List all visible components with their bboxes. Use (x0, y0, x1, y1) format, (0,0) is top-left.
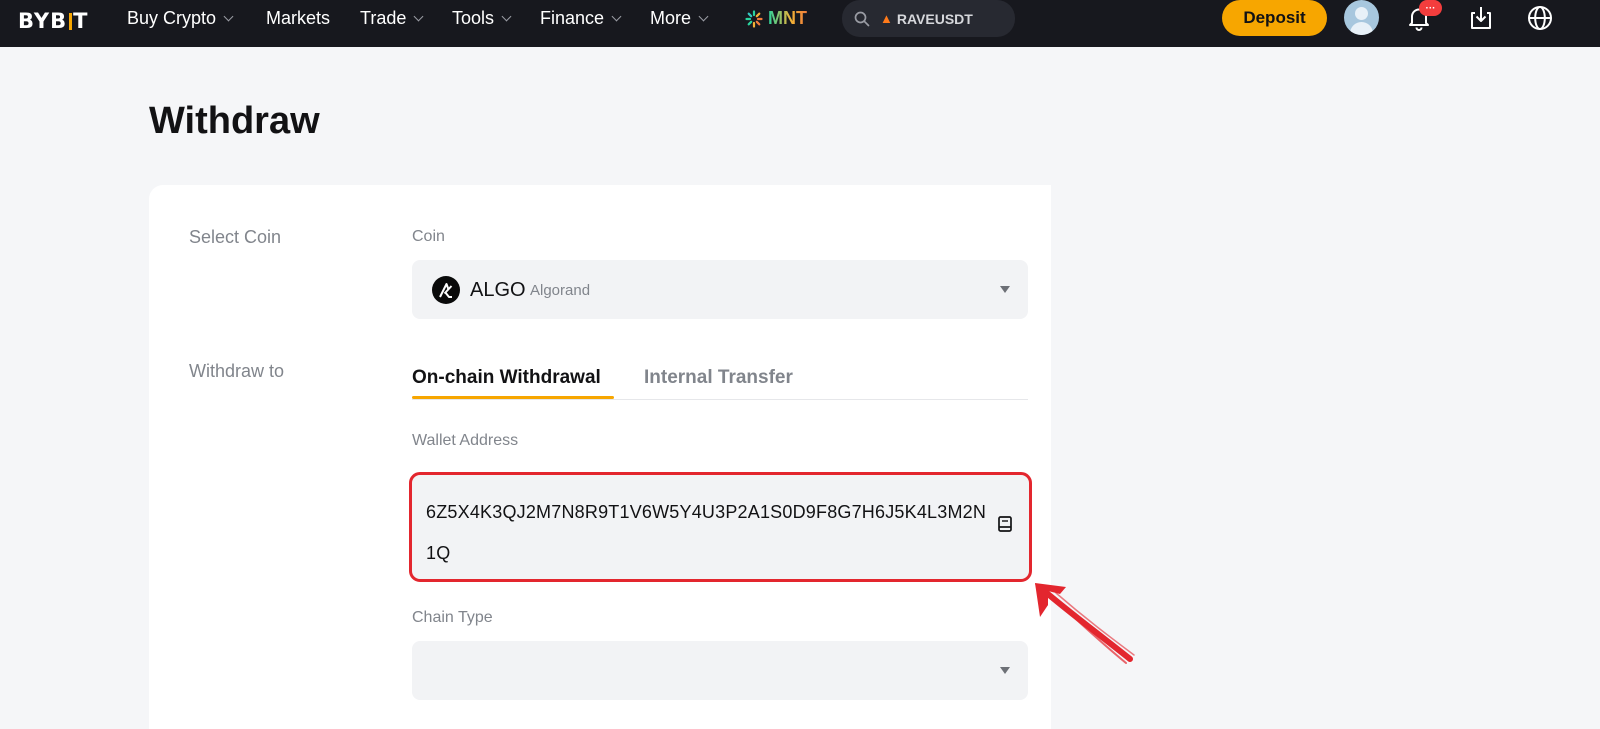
mnt-promo-link[interactable]: MNT (745, 8, 807, 29)
avatar-body (1350, 22, 1373, 35)
chevron-down-icon (698, 11, 709, 22)
nav-more[interactable]: More (650, 8, 709, 29)
nav-markets[interactable]: Markets (266, 8, 330, 29)
nav-buy-crypto-label: Buy Crypto (127, 8, 217, 28)
wallet-address-value: 6Z5X4K3QJ2M7N8R9T1V6W5Y4U3P2A1S0D9F8G7H6… (426, 502, 987, 563)
coin-name: Algorand (530, 282, 591, 299)
caret-down-icon (1000, 286, 1010, 293)
search-trending-term: RAVEUSDT (896, 10, 973, 27)
logo-accent-bar (69, 12, 73, 30)
mnt-label: MNT (768, 8, 807, 28)
caret-down-icon (1000, 667, 1010, 674)
select-coin-row-label: Select Coin (189, 227, 282, 247)
chevron-down-icon (413, 11, 424, 22)
mnt-logo-icon (745, 9, 763, 28)
chevron-down-icon (611, 11, 622, 22)
wallet-address-input[interactable]: 6Z5X4K3QJ2M7N8R9T1V6W5Y4U3P2A1S0D9F8G7H6… (409, 472, 1032, 582)
withdraw-to-row-label: Withdraw to (189, 361, 285, 381)
page-title: Withdraw (149, 100, 320, 142)
bybit-logo[interactable]: BYB T (18, 9, 88, 33)
chain-type-select[interactable] (412, 641, 1028, 700)
coin-field-label: Coin (412, 228, 445, 245)
nav-more-label: More (650, 8, 692, 28)
avatar-head (1355, 7, 1368, 20)
top-navigation-bar: BYB T Buy Crypto Markets Trade Tools Fina… (0, 0, 1600, 47)
avatar[interactable] (1344, 0, 1379, 35)
algorand-coin-icon (432, 276, 460, 304)
search-icon (854, 11, 870, 26)
chevron-down-icon (223, 11, 234, 22)
coin-select[interactable]: ALGO Algorand (412, 260, 1028, 319)
nav-trade[interactable]: Trade (360, 8, 424, 29)
nav-finance-label: Finance (540, 8, 605, 28)
chevron-down-icon (501, 11, 512, 22)
chain-type-label: Chain Type (412, 609, 493, 626)
globe-icon[interactable] (1526, 4, 1554, 32)
notification-badge: ··· (1419, 0, 1442, 16)
deposit-button[interactable]: Deposit (1222, 0, 1327, 36)
tab-divider (412, 399, 1028, 400)
tab-on-chain-withdrawal[interactable]: On-chain Withdrawal (412, 367, 601, 389)
logo-text-right: T (73, 9, 89, 33)
nav-trade-label: Trade (360, 8, 407, 28)
annotation-arrow-icon (1035, 583, 1135, 664)
download-icon[interactable] (1467, 4, 1495, 32)
active-tab-indicator (412, 396, 614, 399)
search-trending: ▲ RAVEUSDT (880, 11, 973, 27)
coin-symbol: ALGO (470, 279, 526, 301)
wallet-address-label: Wallet Address (412, 432, 519, 449)
address-book-icon[interactable] (997, 515, 1013, 533)
nav-finance[interactable]: Finance (540, 8, 622, 29)
search-bar[interactable]: ▲ RAVEUSDT (842, 0, 1015, 37)
nav-tools-label: Tools (452, 8, 495, 28)
nav-markets-label: Markets (266, 8, 331, 28)
tab-internal-transfer[interactable]: Internal Transfer (644, 367, 793, 389)
nav-tools[interactable]: Tools (452, 8, 512, 29)
algorand-logo-mark (439, 283, 453, 298)
nav-buy-crypto[interactable]: Buy Crypto (127, 8, 234, 29)
logo-text-left: BYB (18, 9, 68, 33)
flame-icon: ▲ (880, 11, 893, 26)
